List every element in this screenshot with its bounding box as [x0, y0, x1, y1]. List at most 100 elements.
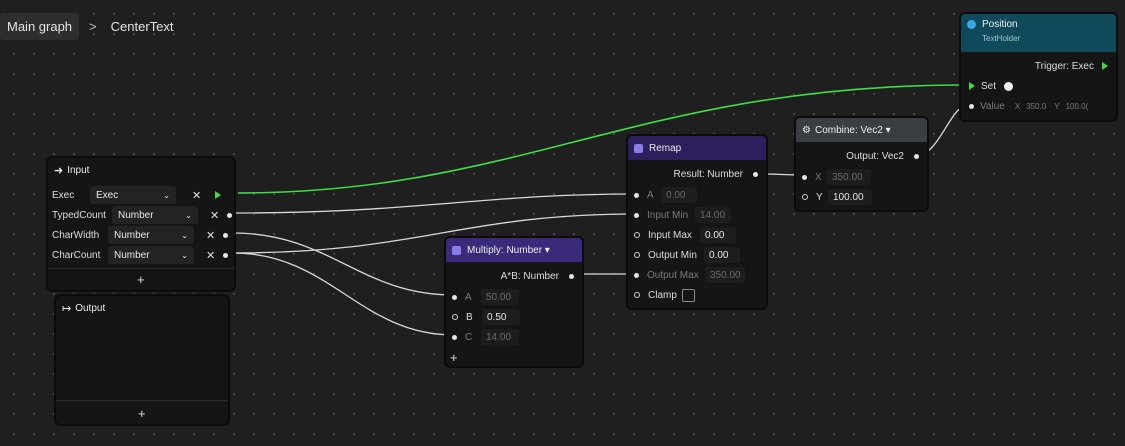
input-node-header[interactable]: ➜ Input [48, 158, 234, 182]
combine-node[interactable]: ⚙ Combine: Vec2 ▾ Output: Vec2 X 350.00 … [794, 116, 929, 212]
input-port-x[interactable] [802, 174, 807, 180]
chevron-down-icon: ⌄ [185, 210, 192, 220]
exit-arrow-icon: ↦ [62, 302, 72, 315]
input-field-input-min[interactable]: 14.00 [695, 207, 731, 223]
input-type-select[interactable]: Number ⌄ [112, 206, 198, 224]
multiply-output-label: A*B: Number [500, 270, 559, 282]
value-label: Value [980, 100, 1005, 112]
input-field-input-max[interactable]: 0.00 [700, 227, 736, 243]
wire-charcount-multiply-c [232, 252, 455, 336]
input-port-b[interactable] [452, 314, 458, 320]
input-type-value: Number [114, 249, 150, 261]
breadcrumb-main-graph[interactable]: Main graph [0, 12, 80, 40]
remap-node-title: Remap [649, 142, 682, 154]
input-field-a[interactable]: 50.00 [481, 289, 519, 305]
input-type-value: Number [118, 209, 154, 221]
input-row-label: TypedCount [52, 209, 106, 221]
input-field-y[interactable]: 100.00 [828, 189, 872, 205]
breadcrumb-separator: > [89, 18, 97, 34]
input-node[interactable]: ➜ Input Exec Exec ⌄ ✕ TypedCount Number … [46, 156, 236, 292]
add-operand-button[interactable]: + [450, 350, 458, 365]
remap-node[interactable]: Remap Result: Number A 0.00 Input Min 14… [626, 134, 768, 310]
input-port-output-min[interactable] [634, 252, 640, 258]
input-port-a[interactable] [634, 192, 639, 198]
remap-node-header[interactable]: Remap [628, 136, 766, 160]
combine-output-port[interactable] [914, 153, 919, 159]
calculator-icon [634, 143, 643, 153]
enter-arrow-icon: ➜ [54, 164, 64, 177]
input-row-label: CharWidth [52, 229, 100, 241]
multiply-output-port[interactable] [569, 273, 574, 279]
input-label-c: C [465, 331, 473, 343]
exec-input-port[interactable] [969, 82, 975, 90]
input-port-output-max[interactable] [634, 272, 639, 278]
input-label-a: A [647, 189, 654, 201]
combine-output-label: Output: Vec2 [846, 150, 904, 162]
set-indicator[interactable] [1004, 81, 1014, 91]
input-port-clamp[interactable] [634, 292, 640, 298]
number-output-port[interactable] [223, 252, 229, 258]
trigger-output-label: Trigger: Exec [1034, 60, 1094, 72]
input-port-a[interactable] [452, 294, 457, 300]
chevron-down-icon: ⌄ [163, 190, 170, 200]
input-field-output-max[interactable]: 350.00 [705, 267, 745, 283]
add-input-button[interactable]: + [137, 272, 145, 287]
remove-input-button[interactable]: ✕ [206, 249, 215, 262]
number-output-port[interactable] [223, 232, 229, 238]
input-port-c[interactable] [452, 334, 457, 340]
remap-output-label: Result: Number [673, 168, 743, 180]
input-type-select[interactable]: Number ⌄ [108, 246, 194, 264]
value-y-label: Y [1054, 101, 1060, 111]
clamp-checkbox[interactable] [682, 288, 695, 302]
add-output-button[interactable]: + [138, 406, 146, 421]
input-node-title: Input [67, 164, 90, 176]
input-row-label: CharCount [52, 249, 101, 261]
breadcrumb: Main graph > CenterText [0, 11, 174, 41]
remove-input-button[interactable]: ✕ [210, 209, 219, 222]
target-icon [967, 20, 976, 29]
input-field-c[interactable]: 14.00 [481, 329, 519, 345]
exec-output-port[interactable] [215, 191, 222, 199]
wire-charwidth-multiply-a [232, 232, 455, 296]
input-field-b[interactable]: 0.50 [482, 309, 520, 325]
value-x-field[interactable]: 350.0 [1026, 102, 1046, 111]
combine-node-header[interactable]: ⚙ Combine: Vec2 ▾ [796, 118, 927, 142]
input-label-output-max: Output Max [647, 269, 699, 281]
output-node[interactable]: ↦ Output + [54, 294, 230, 426]
input-label-b: B [466, 311, 473, 323]
position-node-title: Position [982, 19, 1018, 30]
multiply-node-title: Multiply: Number ▾ [467, 244, 550, 256]
set-label: Set [981, 80, 997, 92]
input-label-input-min: Input Min [647, 209, 689, 221]
input-port-input-max[interactable] [634, 232, 640, 238]
combine-node-title: Combine: Vec2 ▾ [814, 124, 891, 136]
wire-typedcount-remap-a [232, 193, 638, 214]
input-port-input-min[interactable] [634, 212, 639, 218]
input-row-label: Exec [52, 189, 75, 201]
position-node-header[interactable]: Position TextHolder [961, 14, 1116, 52]
position-node[interactable]: Position TextHolder Trigger: Exec Set Va… [959, 12, 1118, 122]
input-type-select[interactable]: Exec ⌄ [90, 186, 176, 204]
input-label-input-max: Input Max [648, 229, 692, 241]
breadcrumb-current[interactable]: CenterText [111, 19, 174, 34]
input-label-y: Y [816, 191, 823, 203]
input-label-x: X [815, 171, 822, 183]
input-port-y[interactable] [802, 194, 808, 200]
value-input-port[interactable] [969, 103, 974, 109]
output-node-header[interactable]: ↦ Output [56, 296, 228, 320]
remove-input-button[interactable]: ✕ [192, 189, 201, 202]
input-field-a[interactable]: 0.00 [661, 187, 697, 203]
input-type-select[interactable]: Number ⌄ [108, 226, 194, 244]
position-node-subtitle: TextHolder [982, 34, 1021, 43]
exec-output-port[interactable] [1102, 62, 1108, 70]
input-field-x[interactable]: 350.00 [827, 169, 871, 185]
multiply-node[interactable]: Multiply: Number ▾ A*B: Number A 50.00 B… [444, 236, 584, 368]
number-output-port[interactable] [227, 212, 233, 218]
value-y-field[interactable]: 100.0( [1066, 102, 1089, 111]
input-field-output-min[interactable]: 0.00 [704, 247, 740, 263]
remap-output-port[interactable] [753, 171, 758, 177]
multiply-node-header[interactable]: Multiply: Number ▾ [446, 238, 582, 262]
remove-input-button[interactable]: ✕ [206, 229, 215, 242]
input-label-a: A [465, 291, 472, 303]
input-type-value: Exec [96, 189, 119, 201]
